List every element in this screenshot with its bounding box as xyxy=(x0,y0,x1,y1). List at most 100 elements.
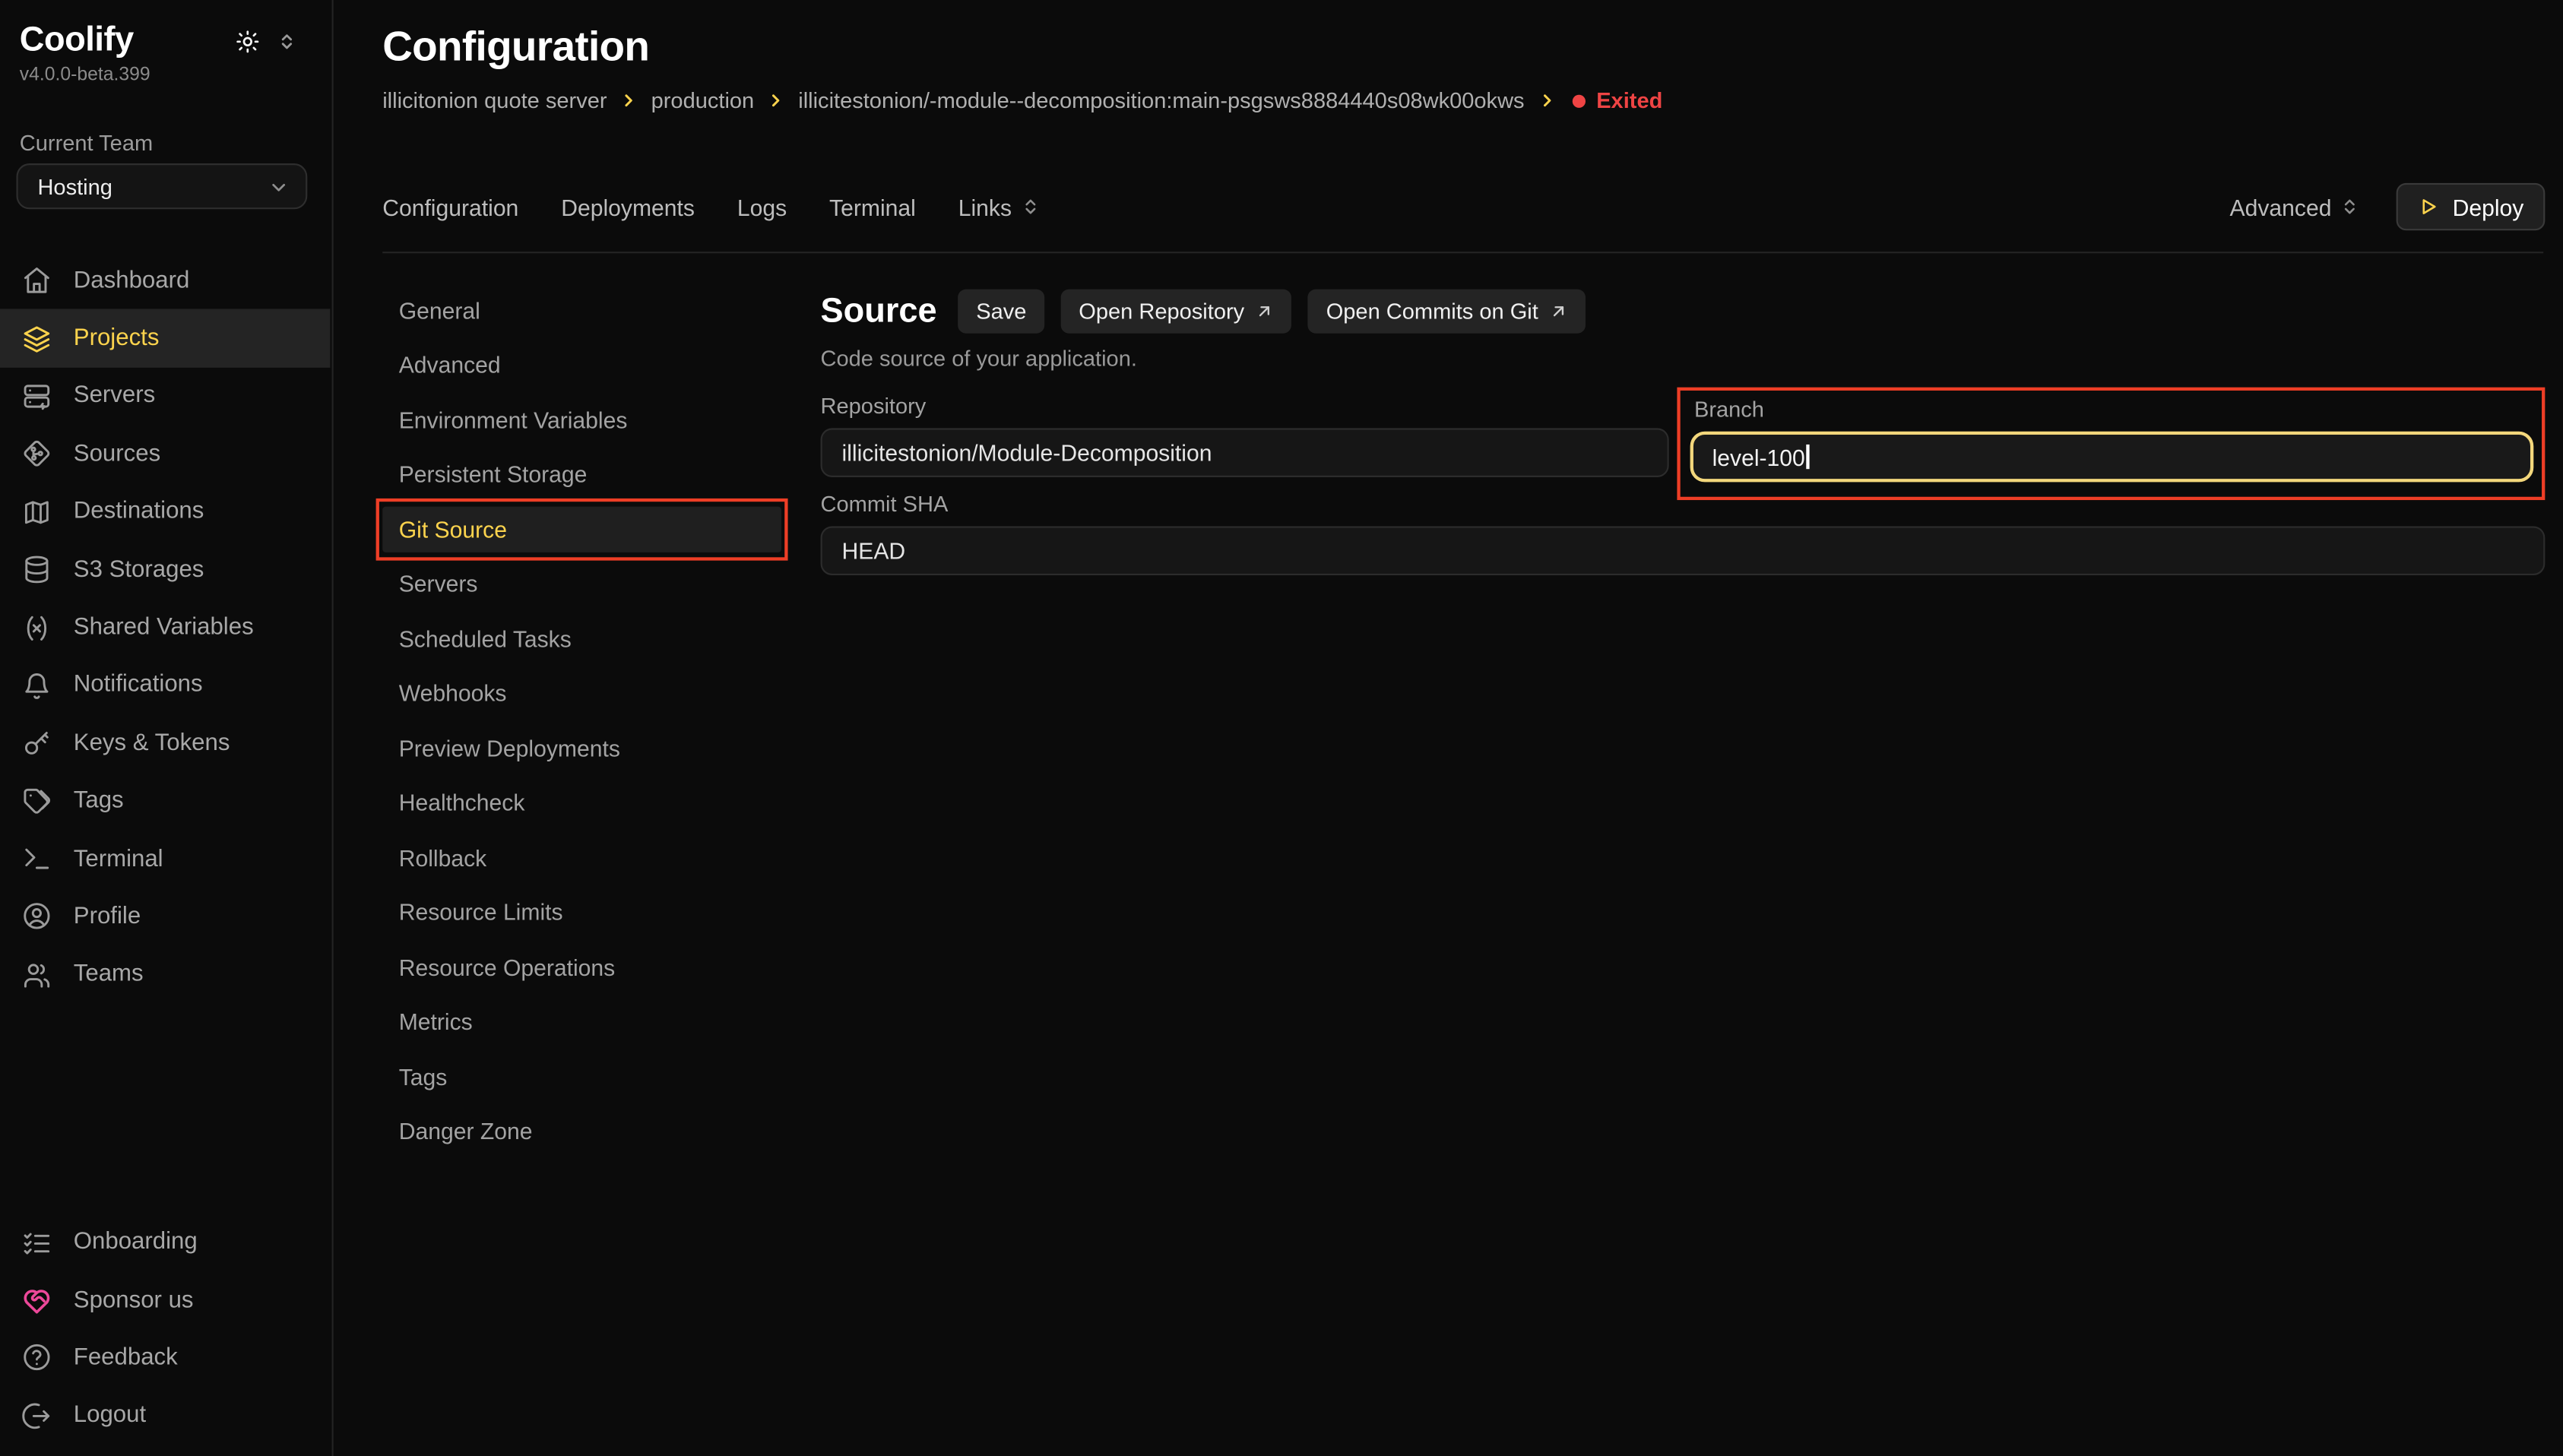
heart-handshake-icon xyxy=(21,1284,52,1315)
chevron-right-icon xyxy=(767,91,785,109)
bell-icon xyxy=(21,670,52,701)
subnav-item-label: Rollback xyxy=(382,835,781,880)
chevron-right-icon xyxy=(1538,91,1556,109)
open-repository-button[interactable]: Open Repository xyxy=(1061,290,1292,334)
repository-input[interactable] xyxy=(821,428,1670,477)
sidebar-item-notifications[interactable]: Notifications xyxy=(0,657,330,714)
database-icon xyxy=(21,554,52,585)
deploy-button[interactable]: Deploy xyxy=(2397,183,2546,230)
chevrons-up-down-icon xyxy=(2340,196,2361,217)
source-fields: Repository Branch level-100 Commit SHA xyxy=(821,392,2546,575)
tab-terminal[interactable]: Terminal xyxy=(829,194,916,220)
tab-deployments[interactable]: Deployments xyxy=(561,194,695,220)
advanced-menu-label: Advanced xyxy=(2230,194,2332,220)
sidebar-item-s3-storages[interactable]: S3 Storages xyxy=(0,541,330,599)
theme-sun-icon[interactable] xyxy=(236,30,260,54)
commit-sha-input[interactable] xyxy=(821,526,2546,575)
repository-label: Repository xyxy=(821,392,1670,420)
subnav-item-tags[interactable]: Tags xyxy=(382,1049,781,1104)
subnav-item-resource-limits[interactable]: Resource Limits xyxy=(382,885,781,939)
sidebar-item-onboarding[interactable]: Onboarding xyxy=(0,1214,330,1271)
sidebar-item-label: Terminal xyxy=(74,846,163,872)
subnav-item-preview-deployments[interactable]: Preview Deployments xyxy=(382,720,781,775)
save-button[interactable]: Save xyxy=(958,290,1045,334)
sidebar-item-feedback[interactable]: Feedback xyxy=(0,1329,330,1387)
variable-icon xyxy=(21,612,52,643)
subnav-item-webhooks[interactable]: Webhooks xyxy=(382,666,781,720)
checklist-icon xyxy=(21,1227,52,1258)
repository-field: Repository xyxy=(821,392,1670,477)
sidebar-item-label: Onboarding xyxy=(74,1229,198,1255)
breadcrumb-item-illicitonion-quote-server[interactable]: illicitonion quote server xyxy=(382,88,607,112)
branch-input[interactable]: level-100 xyxy=(1691,432,2534,483)
subnav-item-persistent-storage[interactable]: Persistent Storage xyxy=(382,447,781,502)
sidebar-item-keys-tokens[interactable]: Keys & Tokens xyxy=(0,714,330,772)
key-icon xyxy=(21,728,52,759)
tabs: Configuration Deployments Logs Terminal Link… xyxy=(382,194,1041,220)
sidebar-item-label: Shared Variables xyxy=(74,615,254,641)
sidebar-item-tags[interactable]: Tags xyxy=(0,772,330,830)
annotation-box-branch: Branch level-100 xyxy=(1678,388,2545,500)
subnav-item-healthcheck[interactable]: Healthcheck xyxy=(382,775,781,830)
source-section-description: Code source of your application. xyxy=(821,347,2546,371)
sidebar-item-shared-variables[interactable]: Shared Variables xyxy=(0,599,330,657)
breadcrumb-item-production[interactable]: production xyxy=(651,88,755,112)
subnav-item-metrics[interactable]: Metrics xyxy=(382,995,781,1049)
sidebar-item-projects[interactable]: Projects xyxy=(0,309,330,367)
subnav-item-label: Healthcheck xyxy=(382,780,781,825)
instance-switch-chevrons-icon[interactable] xyxy=(276,31,297,52)
chevrons-up-down-icon xyxy=(1020,196,1041,217)
sidebar-item-destinations[interactable]: Destinations xyxy=(0,483,330,541)
sidebar-item-profile[interactable]: Profile xyxy=(0,888,330,945)
tab-logs[interactable]: Logs xyxy=(737,194,787,220)
deploy-button-label: Deploy xyxy=(2453,194,2524,220)
sidebar-item-servers[interactable]: Servers xyxy=(0,367,330,425)
open-repository-label: Open Repository xyxy=(1079,299,1244,324)
arrow-up-right-icon xyxy=(1550,302,1568,321)
sidebar-item-terminal[interactable]: Terminal xyxy=(0,830,330,888)
text-caret xyxy=(1807,445,1809,469)
open-commits-label: Open Commits on Git xyxy=(1326,299,1538,324)
subnav-item-rollback[interactable]: Rollback xyxy=(382,830,781,885)
sidebar-footer-nav: Onboarding Sponsor usFeedback Logout xyxy=(0,1214,330,1445)
subnav-item-label: Danger Zone xyxy=(382,1109,781,1154)
subnav-item-label: Advanced xyxy=(382,343,781,388)
branch-input-value: level-100 xyxy=(1712,444,1805,470)
sidebar-item-label: Sources xyxy=(74,441,160,467)
subnav-item-resource-operations[interactable]: Resource Operations xyxy=(382,940,781,995)
sidebar-item-sources[interactable]: Sources xyxy=(0,425,330,483)
sidebar-item-teams[interactable]: Teams xyxy=(0,945,330,1003)
subnav-item-servers[interactable]: Servers xyxy=(382,556,781,611)
subnav-item-label: Metrics xyxy=(382,999,781,1044)
subnav-item-git-source[interactable]: Git Source xyxy=(382,502,781,556)
tabs-row: Configuration Deployments Logs Terminal Link… xyxy=(382,183,2545,230)
sidebar-item-label: Logout xyxy=(74,1403,146,1429)
sidebar-item-sponsor-us[interactable]: Sponsor us xyxy=(0,1271,330,1329)
subnav-item-scheduled-tasks[interactable]: Scheduled Tasks xyxy=(382,611,781,666)
sidebar-nav: DashboardProjectsServers Sources Destinati… xyxy=(0,252,330,1003)
team-select[interactable]: Hosting xyxy=(17,163,308,209)
subnav-item-label: Resource Limits xyxy=(382,890,781,935)
help-circle-icon xyxy=(21,1342,52,1373)
tab-configuration[interactable]: Configuration xyxy=(382,194,518,220)
tabs-divider xyxy=(382,252,2543,253)
play-icon xyxy=(2418,196,2439,217)
advanced-menu[interactable]: Advanced xyxy=(2230,194,2362,220)
sidebar: Coolify v4.0.0-beta.399 Current Team Hos… xyxy=(0,0,334,1456)
tab-links[interactable]: Links xyxy=(958,194,1041,220)
theme-controls xyxy=(236,30,298,54)
sidebar-item-label: Destinations xyxy=(74,499,204,524)
breadcrumb-item-illicitestonion-module-decompo[interactable]: illicitestonion/-module--decomposition:m… xyxy=(798,88,1524,112)
main-content: Configuration illicitonion quote server p… xyxy=(335,0,2563,1456)
subnav-item-danger-zone[interactable]: Danger Zone xyxy=(382,1104,781,1159)
subnav-item-general[interactable]: General xyxy=(382,283,781,337)
subnav-item-environment-variables[interactable]: Environment Variables xyxy=(382,392,781,447)
subnav-item-label: General xyxy=(382,287,781,332)
current-team-label: Current Team xyxy=(20,131,153,155)
open-commits-button[interactable]: Open Commits on Git xyxy=(1308,290,1586,334)
subnav-item-label: Git Source xyxy=(382,507,781,552)
sidebar-item-logout[interactable]: Logout xyxy=(0,1387,330,1445)
sidebar-item-dashboard[interactable]: Dashboard xyxy=(0,252,330,309)
subnav-item-advanced[interactable]: Advanced xyxy=(382,337,781,392)
sidebar-item-label: Teams xyxy=(74,961,144,987)
